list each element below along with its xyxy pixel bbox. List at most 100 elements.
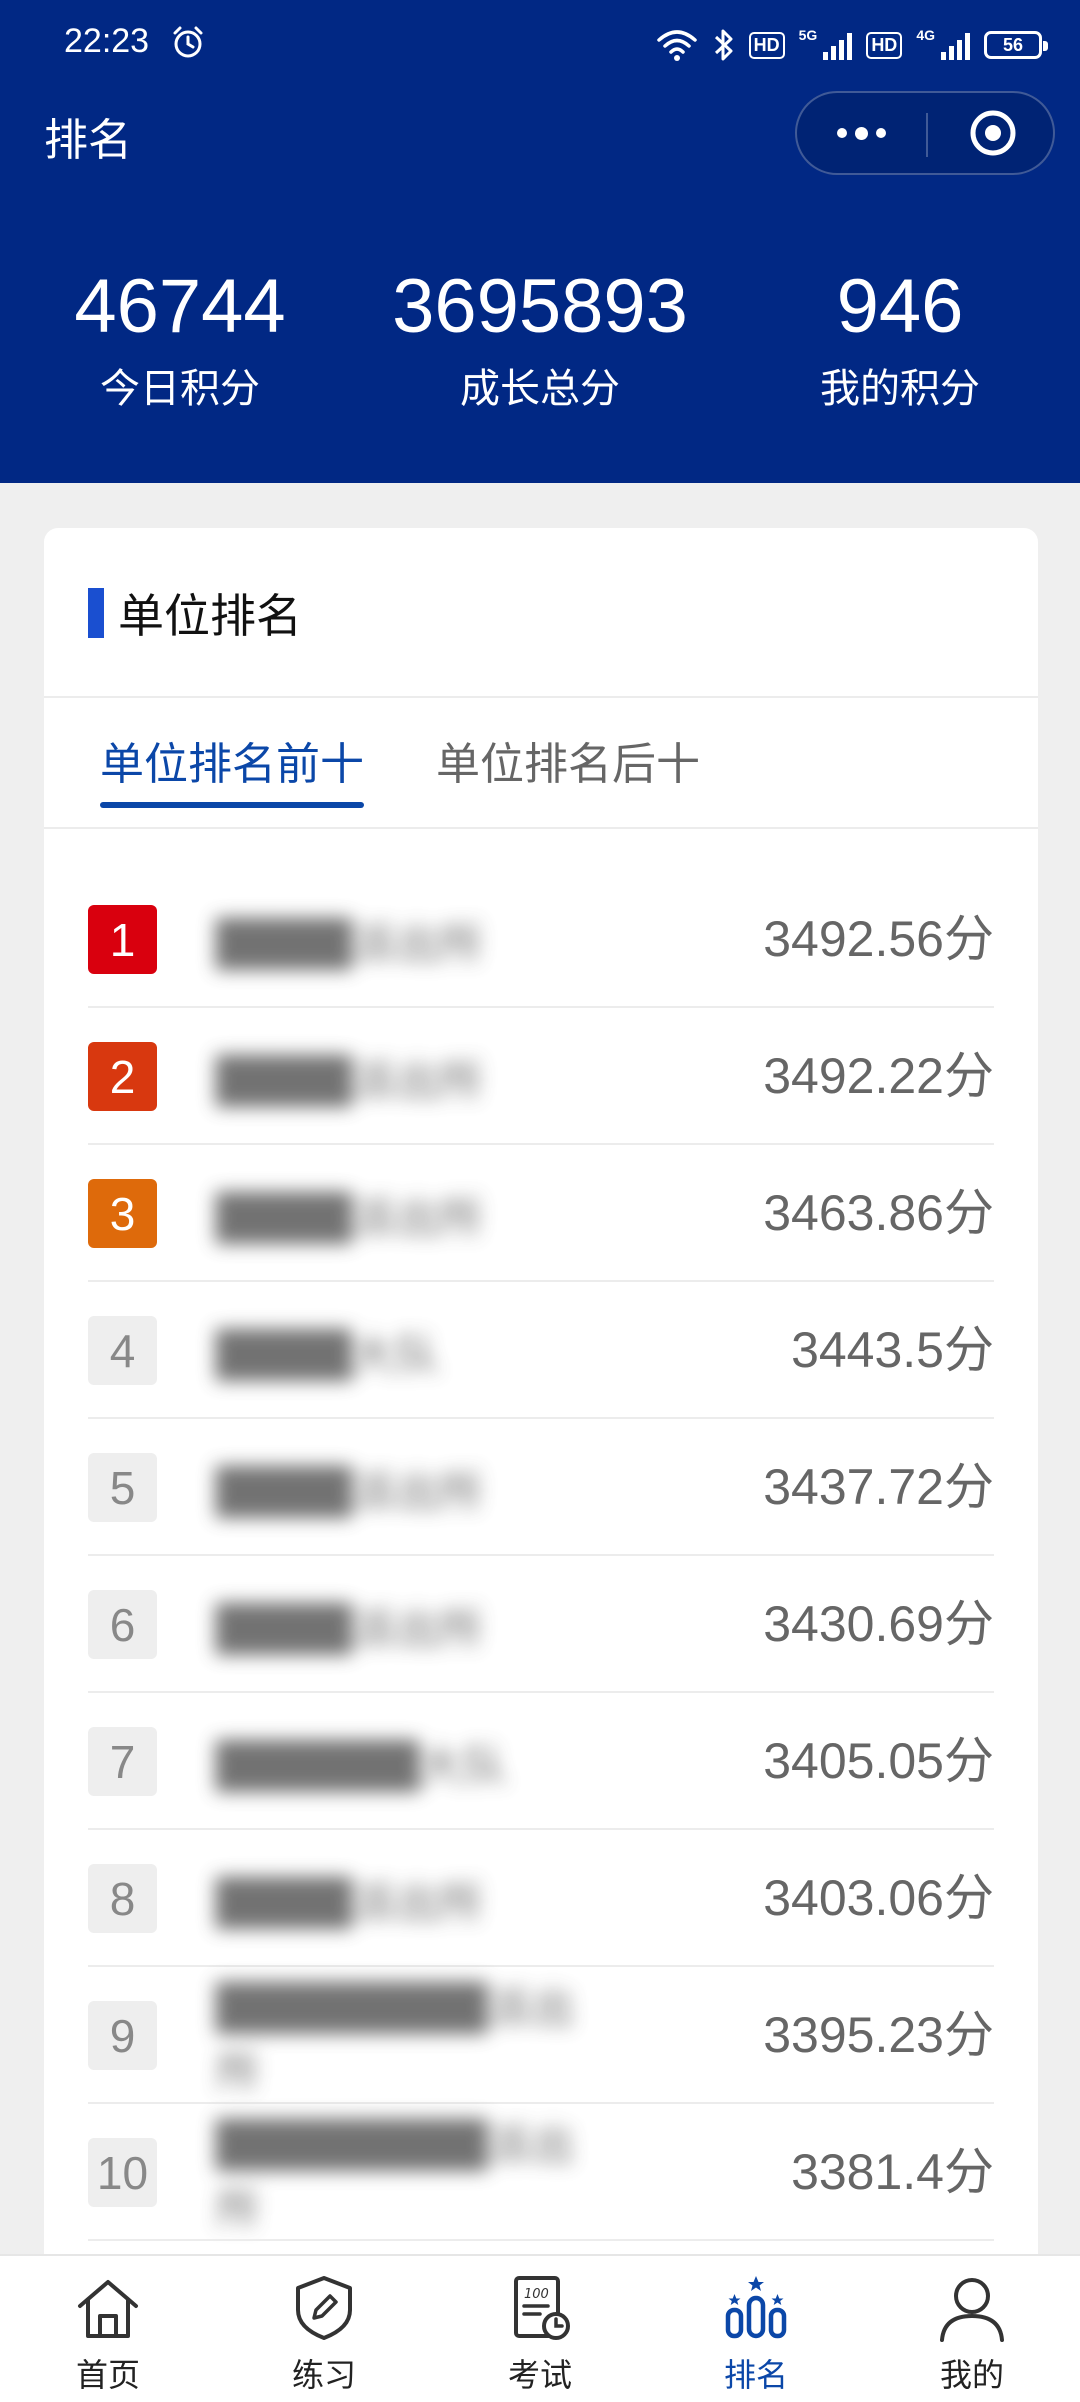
stat-today-value: 46744 xyxy=(74,264,286,349)
ranking-row[interactable]: 9 ████████派出所 3395.23分 xyxy=(88,1967,994,2104)
unit-name: ██████大队 xyxy=(216,1740,508,1792)
nav-profile[interactable]: 我的 xyxy=(864,2256,1080,2402)
unit-score: 3463.86分 xyxy=(763,1185,994,1241)
ranking-icon xyxy=(725,2276,787,2339)
rank-badge: 2 xyxy=(88,1042,157,1111)
stat-my-value: 946 xyxy=(836,264,964,349)
unit-name: ████████派出所 xyxy=(216,1982,575,2098)
ranking-row[interactable]: 3 ████派出所 3463.86分 xyxy=(88,1145,994,1282)
unit-score: 3492.56分 xyxy=(763,911,994,967)
status-bar: 22:23 HD 5G HD 4G 56 xyxy=(0,0,1080,90)
rank-badge: 9 xyxy=(88,2001,157,2070)
unit-name: ████大队 xyxy=(216,1329,440,1381)
unit-score: 3437.72分 xyxy=(763,1459,994,1515)
nav-practice[interactable]: 练习 xyxy=(216,2256,432,2402)
unit-name: ████派出所 xyxy=(216,1603,484,1655)
rank-badge: 5 xyxy=(88,1453,157,1522)
mini-program-capsule xyxy=(795,91,1055,175)
tab-bottom-ten[interactable]: 单位排名后十 xyxy=(436,728,700,808)
stat-today: 46744 今日积分 xyxy=(0,262,360,414)
stat-growth-label: 成长总分 xyxy=(460,366,620,412)
card-title-text: 单位排名 xyxy=(118,589,302,643)
rank-badge: 8 xyxy=(88,1864,157,1933)
battery-icon: 56 xyxy=(984,31,1048,59)
unit-name-blurred: ████大队 xyxy=(178,1292,578,1409)
ranking-row[interactable]: 10 ████████派出所 3381.4分 xyxy=(88,2104,994,2241)
rank-badge: 3 xyxy=(88,1179,157,1248)
unit-name: ████派出所 xyxy=(216,1877,484,1929)
nav-home-label: 首页 xyxy=(75,2356,140,2394)
ranking-row[interactable]: 7 ██████大队 3405.05分 xyxy=(88,1693,994,1830)
stat-today-label: 今日积分 xyxy=(100,366,260,412)
svg-text:100: 100 xyxy=(524,2287,549,2302)
nav-exam-label: 考试 xyxy=(507,2356,572,2394)
divider xyxy=(44,827,1038,829)
unit-name-blurred: ████派出所 xyxy=(178,1566,578,1683)
rank-badge: 1 xyxy=(88,905,157,974)
ranking-row[interactable]: 6 ████派出所 3430.69分 xyxy=(88,1556,994,1693)
unit-score: 3403.06分 xyxy=(763,1870,994,1926)
unit-name: ████派出所 xyxy=(216,918,484,970)
network-type-2: 4G xyxy=(916,27,935,43)
ranking-row[interactable]: 4 ████大队 3443.5分 xyxy=(88,1282,994,1419)
home-icon xyxy=(78,2280,138,2338)
unit-score: 3492.22分 xyxy=(763,1048,994,1104)
unit-name-blurred: ████派出所 xyxy=(178,1429,578,1546)
unit-score: 3395.23分 xyxy=(763,2007,994,2063)
title-accent-bar xyxy=(88,588,104,638)
unit-name: ████派出所 xyxy=(216,1055,484,1107)
unit-score: 3405.05分 xyxy=(763,1733,994,1789)
signal-icon-2 xyxy=(941,30,970,60)
wifi-icon xyxy=(656,30,697,61)
unit-name: ████派出所 xyxy=(216,1192,484,1244)
unit-name-blurred: ██████大队 xyxy=(178,1703,578,1820)
hd-badge-2: HD xyxy=(866,31,903,59)
status-icons: HD 5G HD 4G 56 xyxy=(655,20,1048,70)
hd-badge: HD xyxy=(748,31,785,59)
close-target-icon xyxy=(970,110,1015,156)
ranking-row[interactable]: 1 ████派出所 3492.56分 xyxy=(88,871,994,1008)
ranking-row[interactable]: 5 ████派出所 3437.72分 xyxy=(88,1419,994,1556)
unit-name-blurred: ████派出所 xyxy=(178,1155,578,1272)
nav-ranking[interactable]: 排名 xyxy=(648,2256,864,2402)
row-divider xyxy=(88,2239,994,2241)
nav-ranking-label: 排名 xyxy=(723,2356,788,2394)
stat-growth-value: 3695893 xyxy=(392,264,688,349)
stat-my-label: 我的积分 xyxy=(820,366,980,412)
nav-home[interactable]: 首页 xyxy=(0,2256,216,2402)
more-button[interactable] xyxy=(797,93,926,173)
card-title: 单位排名 xyxy=(88,583,302,643)
close-button[interactable] xyxy=(928,93,1057,173)
battery-level: 56 xyxy=(1002,34,1024,55)
alarm-icon xyxy=(173,26,203,58)
stat-my-points: 946 我的积分 xyxy=(720,262,1080,414)
unit-ranking-card: 单位排名 单位排名前十 单位排名后十 1 ████派出所 3492.56分 2 … xyxy=(44,528,1038,2268)
profile-icon xyxy=(940,2278,1004,2342)
unit-name: ████████派出所 xyxy=(216,2119,575,2235)
ranking-row[interactable]: 8 ████派出所 3403.06分 xyxy=(88,1830,994,1967)
ranking-tabs: 单位排名前十 单位排名后十 xyxy=(44,698,1038,828)
exam-icon: 100 xyxy=(514,2276,570,2340)
rank-badge: 6 xyxy=(88,1590,157,1659)
unit-name-blurred: ████派出所 xyxy=(178,1018,578,1135)
status-time: 22:23 xyxy=(64,22,150,60)
tab-top-ten[interactable]: 单位排名前十 xyxy=(100,728,364,808)
unit-name-blurred: ████派出所 xyxy=(178,1840,578,1957)
ranking-row[interactable]: 2 ████派出所 3492.22分 xyxy=(88,1008,994,1145)
rank-badge: 10 xyxy=(88,2138,157,2207)
rank-badge: 4 xyxy=(88,1316,157,1385)
stat-growth-total: 3695893 成长总分 xyxy=(360,262,720,414)
nav-exam[interactable]: 100 考试 xyxy=(432,2256,648,2402)
signal-icon xyxy=(823,30,853,60)
unit-name: ████派出所 xyxy=(216,1466,484,1518)
unit-name-blurred: ████████派出所 xyxy=(178,1977,578,2098)
unit-score: 3381.4分 xyxy=(791,2144,994,2200)
header: 22:23 HD 5G HD 4G 56 排名 46744 今日积分 36958… xyxy=(0,0,1080,483)
nav-practice-label: 练习 xyxy=(291,2356,356,2394)
score-stats: 46744 今日积分 3695893 成长总分 946 我的积分 xyxy=(0,262,1080,442)
unit-score: 3430.69分 xyxy=(763,1596,994,1652)
practice-icon xyxy=(296,2276,352,2340)
network-type-1: 5G xyxy=(798,27,818,43)
unit-name-blurred: ████派出所 xyxy=(178,881,578,998)
unit-score: 3443.5分 xyxy=(791,1322,994,1378)
